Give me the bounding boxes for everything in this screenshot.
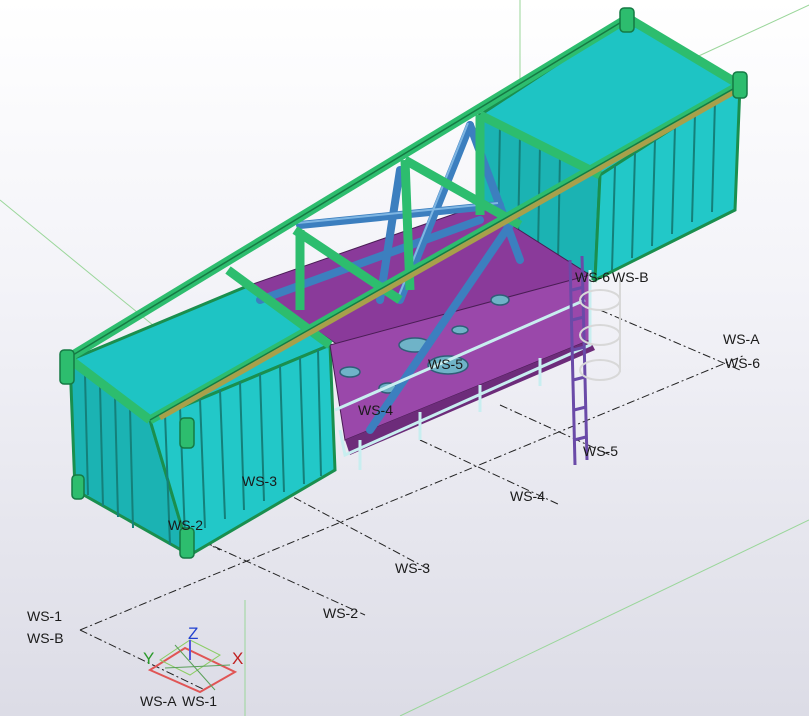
grid-label-ws-6-end: WS-6 — [725, 355, 760, 371]
model-viewport[interactable]: WS-6 WS-B WS-A WS-6 WS-5 WS-4 WS-5 WS-4 … — [0, 0, 809, 716]
left-container[interactable] — [67, 283, 337, 559]
3d-model-view[interactable]: WS-6 WS-B WS-A WS-6 WS-5 WS-4 WS-5 WS-4 … — [0, 0, 809, 716]
grid-label-ws-4-deck: WS-4 — [358, 402, 393, 418]
axis-y-label: Y — [143, 649, 154, 668]
grid-label-ws-4: WS-4 — [510, 488, 545, 504]
grid-label-ws-5: WS-5 — [583, 443, 618, 459]
grid-label-ws-1-axis: WS-1 — [182, 693, 217, 709]
grid-label-ws-5-deck: WS-5 — [428, 356, 463, 372]
grid-label-ws-a-end: WS-A — [723, 331, 760, 347]
grid-label-ws-3-container: WS-3 — [242, 473, 277, 489]
grid-label-ws-2-container: WS-2 — [168, 517, 203, 533]
grid-label-ws-b-start: WS-B — [27, 630, 64, 646]
grid-label-ws-3: WS-3 — [395, 560, 430, 576]
axis-x-label: X — [232, 649, 243, 668]
grid-label-ws-1-start: WS-1 — [27, 608, 62, 624]
axis-z-label: Z — [188, 624, 198, 643]
grid-label-ws-a-axis: WS-A — [140, 693, 177, 709]
axis-gizmo: Z Y X — [143, 624, 243, 694]
grid-label-ws-2: WS-2 — [323, 605, 358, 621]
grid-label-ws-b-top: WS-B — [612, 269, 649, 285]
grid-label-ws-6-top: WS-6 — [575, 269, 610, 285]
